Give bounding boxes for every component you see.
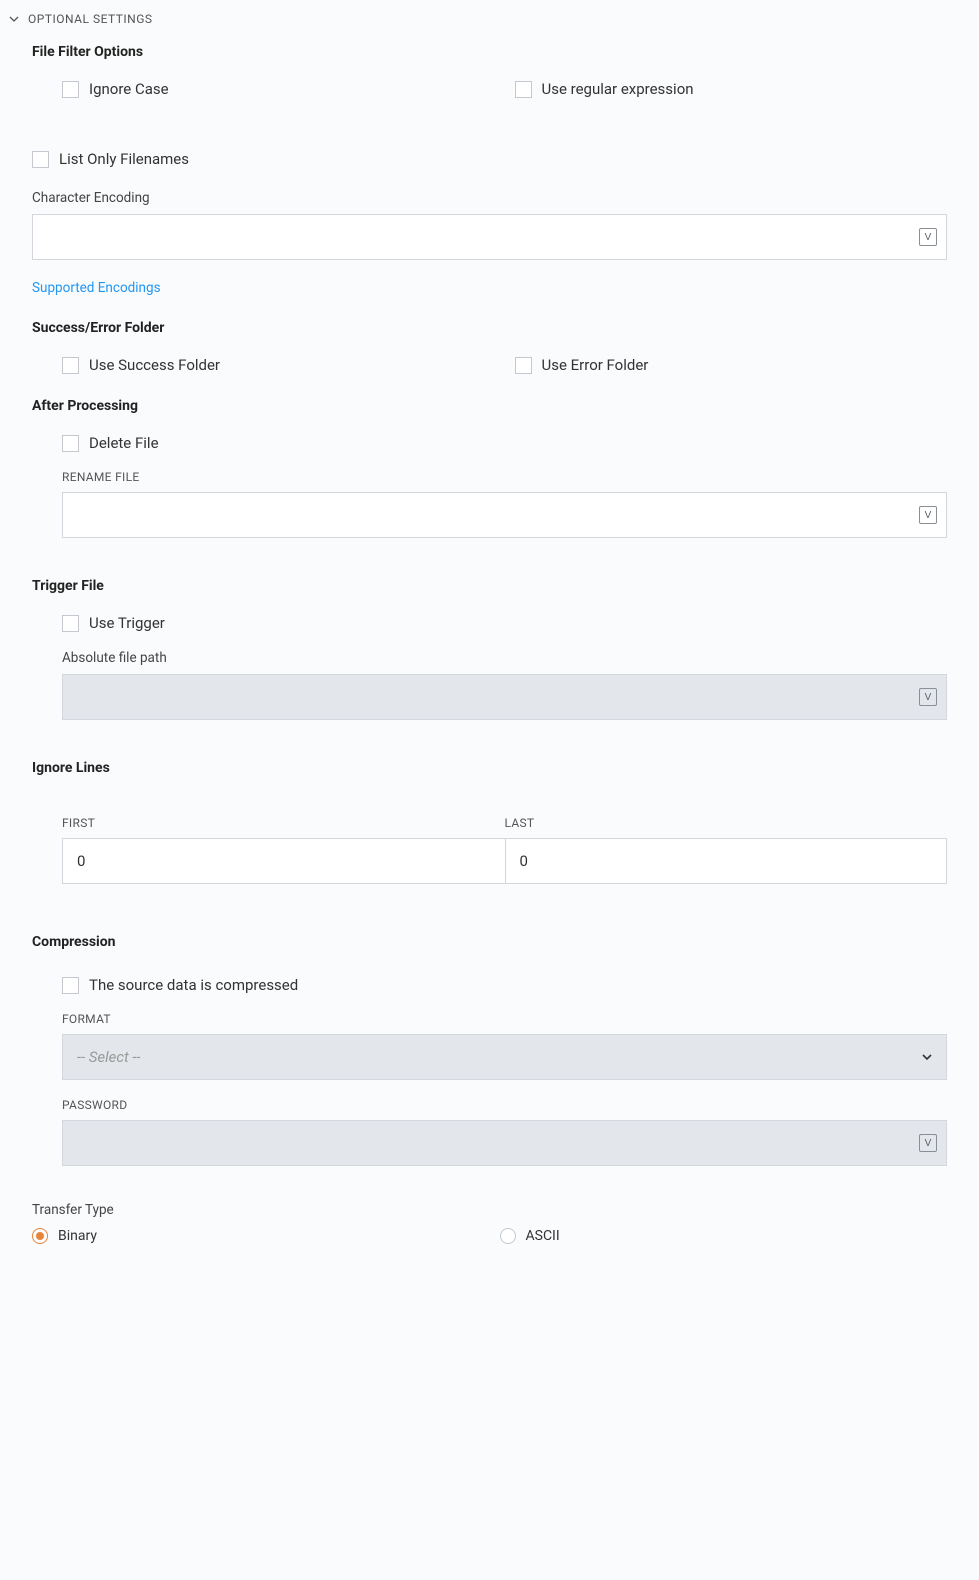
use-error-row[interactable]: Use Error Folder: [515, 356, 948, 374]
absolute-path-input: [62, 674, 947, 720]
use-success-checkbox[interactable]: [62, 357, 79, 374]
optional-settings-header[interactable]: OPTIONAL SETTINGS: [0, 0, 979, 38]
use-trigger-row[interactable]: Use Trigger: [32, 614, 947, 632]
source-compressed-label: The source data is compressed: [89, 976, 298, 994]
ignore-case-label: Ignore Case: [89, 80, 169, 98]
compression-heading: Compression: [32, 934, 947, 950]
last-input[interactable]: [505, 838, 948, 884]
format-label: FORMAT: [62, 1012, 947, 1026]
use-error-checkbox[interactable]: [515, 357, 532, 374]
ignore-case-row[interactable]: Ignore Case: [62, 80, 495, 98]
use-trigger-label: Use Trigger: [89, 614, 165, 632]
binary-label: Binary: [58, 1228, 97, 1244]
ascii-label: ASCII: [526, 1228, 560, 1244]
format-placeholder: -- Select --: [77, 1048, 140, 1066]
first-input[interactable]: [62, 838, 505, 884]
char-encoding-label: Character Encoding: [32, 190, 947, 206]
password-label: PASSWORD: [62, 1098, 947, 1112]
file-filter-heading: File Filter Options: [32, 44, 947, 60]
list-only-filenames-checkbox[interactable]: [32, 151, 49, 168]
use-regex-checkbox[interactable]: [515, 81, 532, 98]
source-compressed-row[interactable]: The source data is compressed: [32, 976, 947, 994]
absolute-path-label: Absolute file path: [62, 650, 947, 666]
supported-encodings-link[interactable]: Supported Encodings: [32, 280, 161, 296]
binary-radio[interactable]: [32, 1228, 48, 1244]
use-regex-row[interactable]: Use regular expression: [515, 80, 948, 98]
char-encoding-input[interactable]: [32, 214, 947, 260]
rename-file-input[interactable]: [62, 492, 947, 538]
transfer-type-heading: Transfer Type: [32, 1202, 947, 1218]
ascii-radio[interactable]: [500, 1228, 516, 1244]
binary-radio-row[interactable]: Binary: [32, 1228, 480, 1244]
optional-settings-title: OPTIONAL SETTINGS: [28, 12, 153, 26]
list-only-filenames-label: List Only Filenames: [59, 150, 189, 168]
delete-file-checkbox[interactable]: [62, 435, 79, 452]
success-error-heading: Success/Error Folder: [32, 320, 947, 336]
use-regex-label: Use regular expression: [542, 80, 694, 98]
last-label: LAST: [505, 816, 948, 830]
first-label: FIRST: [62, 816, 505, 830]
rename-file-label: RENAME FILE: [62, 470, 947, 484]
list-only-filenames-row[interactable]: List Only Filenames: [32, 150, 947, 168]
use-error-label: Use Error Folder: [542, 356, 649, 374]
variable-icon[interactable]: V: [919, 228, 937, 246]
delete-file-label: Delete File: [89, 434, 159, 452]
ignore-case-checkbox[interactable]: [62, 81, 79, 98]
source-compressed-checkbox[interactable]: [62, 977, 79, 994]
variable-icon[interactable]: V: [919, 506, 937, 524]
chevron-down-icon: [8, 13, 20, 25]
variable-icon[interactable]: V: [919, 688, 937, 706]
variable-icon[interactable]: V: [919, 1134, 937, 1152]
use-success-label: Use Success Folder: [89, 356, 220, 374]
use-success-row[interactable]: Use Success Folder: [62, 356, 495, 374]
use-trigger-checkbox[interactable]: [62, 615, 79, 632]
format-select: -- Select --: [62, 1034, 947, 1080]
after-processing-heading: After Processing: [32, 398, 947, 414]
trigger-file-heading: Trigger File: [32, 578, 947, 594]
ignore-lines-heading: Ignore Lines: [32, 760, 947, 776]
ascii-radio-row[interactable]: ASCII: [500, 1228, 948, 1244]
password-input: [62, 1120, 947, 1166]
delete-file-row[interactable]: Delete File: [32, 434, 947, 452]
